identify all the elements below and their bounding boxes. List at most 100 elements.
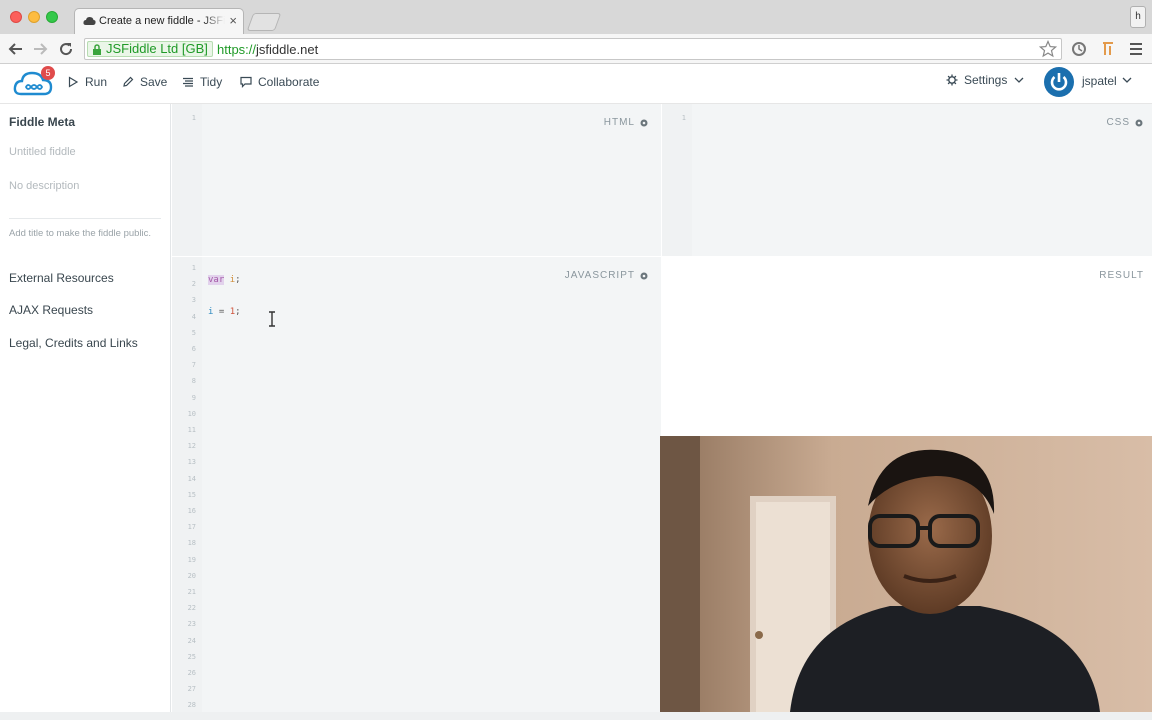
menu-icon[interactable]	[1127, 40, 1145, 58]
gear-icon[interactable]	[639, 118, 649, 128]
browser-tab-bar: Create a new fiddle - JSFiddle × h	[0, 0, 1152, 34]
javascript-editor-pane[interactable]: 1 2 3 4 5 6 7 8 9 10 11 12 13 14 15 16 17 18 19 20 21 22 23 24 2…	[172, 257, 661, 712]
line-number: 19	[187, 555, 196, 564]
sidebar-item-external-resources[interactable]: External Resources	[9, 271, 114, 285]
chevron-down-icon[interactable]	[1121, 74, 1133, 86]
pin-extension-icon[interactable]	[1099, 40, 1117, 58]
url-scheme: https://	[217, 42, 257, 57]
save-label: Save	[140, 75, 168, 89]
line-number: 1	[191, 264, 196, 272]
reload-icon[interactable]	[57, 40, 75, 58]
tidy-button[interactable]: Tidy	[182, 72, 222, 92]
line-number: 21	[187, 588, 196, 596]
line-number: 28	[187, 701, 196, 710]
line-number: 1	[681, 114, 686, 122]
line-number: 5	[191, 328, 196, 337]
tab-title: Create a new fiddle - JSFiddle	[99, 15, 225, 27]
user-avatar[interactable]	[1044, 67, 1074, 97]
lock-icon	[93, 44, 101, 55]
css-pane-label: CSS	[1106, 117, 1144, 128]
window-minimize-button[interactable]	[28, 11, 40, 23]
line-number: 27	[187, 685, 196, 694]
sidebar-item-legal[interactable]: Legal, Credits and Links	[9, 336, 138, 350]
css-gutter: 1	[662, 104, 692, 256]
sidebar-divider	[9, 218, 161, 219]
settings-menu[interactable]: Settings	[946, 73, 1025, 87]
tab-close-icon[interactable]: ×	[229, 13, 237, 28]
app-header: 5 Run Save Tidy Collaborate Settings jsp…	[0, 64, 1152, 104]
line-number: 8	[191, 377, 196, 386]
forward-arrow-icon[interactable]	[31, 40, 49, 58]
gear-icon[interactable]	[1134, 118, 1144, 128]
html-label-text: HTML	[603, 117, 635, 128]
play-icon	[68, 76, 79, 88]
line-number: 1	[191, 114, 196, 122]
url-host: jsfiddle.net	[256, 42, 319, 57]
line-number: 7	[191, 361, 196, 370]
run-button[interactable]: Run	[67, 72, 107, 92]
line-number: 18	[187, 539, 196, 548]
browser-tab[interactable]: Create a new fiddle - JSFiddle ×	[74, 8, 244, 34]
javascript-pane-label: JAVASCRIPT	[565, 270, 649, 281]
url-text[interactable]: https://jsfiddle.net	[217, 42, 318, 57]
lines-icon	[183, 77, 193, 87]
sidebar-title: Fiddle Meta	[9, 115, 76, 129]
chat-icon	[240, 76, 252, 88]
sync-extension-icon[interactable]	[1070, 40, 1088, 58]
line-number: 16	[187, 507, 196, 515]
text-cursor-icon	[269, 311, 275, 327]
semicolon: ;	[235, 307, 241, 317]
javascript-label-text: JAVASCRIPT	[564, 270, 635, 281]
html-pane-label: HTML	[604, 117, 649, 128]
sidebar-item-ajax-requests[interactable]: AJAX Requests	[9, 303, 93, 317]
line-number: 9	[191, 393, 196, 402]
css-editor-pane[interactable]: 1 CSS	[662, 104, 1152, 256]
operator: =	[213, 307, 230, 317]
semicolon: ;	[235, 275, 241, 285]
result-pane-label: RESULT	[1099, 270, 1144, 281]
css-label-text: CSS	[1106, 117, 1130, 128]
line-number: 6	[191, 345, 196, 353]
line-number: 13	[187, 458, 196, 467]
bottom-strip	[0, 712, 1152, 720]
html-gutter: 1	[172, 104, 202, 256]
line-number: 14	[187, 474, 196, 483]
security-chip[interactable]: JSFiddle Ltd [GB]	[87, 41, 213, 57]
line-number: 26	[187, 669, 196, 677]
gear-icon[interactable]	[639, 271, 649, 281]
collaborate-button[interactable]: Collaborate	[240, 72, 319, 92]
presenter-video-image	[660, 436, 1152, 712]
line-number: 22	[187, 604, 196, 613]
security-label: JSFiddle Ltd [GB]	[106, 41, 208, 56]
new-tab-button[interactable]	[246, 13, 282, 31]
username[interactable]: jspatel	[1082, 74, 1117, 88]
settings-label: Settings	[964, 73, 1008, 87]
code-line-2[interactable]: var i;	[208, 275, 241, 285]
fiddle-meta-sidebar: Fiddle Meta Untitled fiddle No descripti…	[0, 104, 171, 712]
line-number: 10	[187, 409, 196, 418]
window-close-button[interactable]	[10, 11, 22, 23]
public-hint: Add title to make the fiddle public.	[9, 228, 152, 239]
save-button[interactable]: Save	[122, 72, 167, 92]
javascript-gutter: 1 2 3 4 5 6 7 8 9 10 11 12 13 14 15 16 17 18 19 20 21 22 23 24 2…	[172, 257, 202, 712]
html-editor-pane[interactable]: 1 HTML	[172, 104, 661, 256]
jsfiddle-favicon-icon	[83, 17, 96, 25]
line-number: 24	[187, 636, 196, 645]
power-icon	[1050, 73, 1068, 91]
address-bar[interactable]: JSFiddle Ltd [GB] https://jsfiddle.net	[84, 38, 1062, 60]
keyword-var: var	[208, 275, 225, 285]
profile-button[interactable]: h	[1130, 6, 1146, 28]
bookmark-star-icon[interactable]	[1039, 40, 1057, 58]
line-number: 11	[187, 426, 196, 434]
line-number: 25	[187, 652, 196, 661]
line-number: 4	[191, 312, 196, 321]
notification-badge[interactable]: 5	[41, 66, 55, 80]
tidy-label: Tidy	[200, 75, 223, 89]
line-number: 17	[187, 523, 196, 532]
line-number: 3	[191, 296, 196, 305]
fiddle-title-input[interactable]: Untitled fiddle	[9, 146, 161, 158]
back-arrow-icon[interactable]	[7, 40, 25, 58]
fiddle-description-input[interactable]: No description	[9, 180, 161, 192]
window-maximize-button[interactable]	[46, 11, 58, 23]
code-line-4[interactable]: i = 1;	[208, 307, 241, 317]
